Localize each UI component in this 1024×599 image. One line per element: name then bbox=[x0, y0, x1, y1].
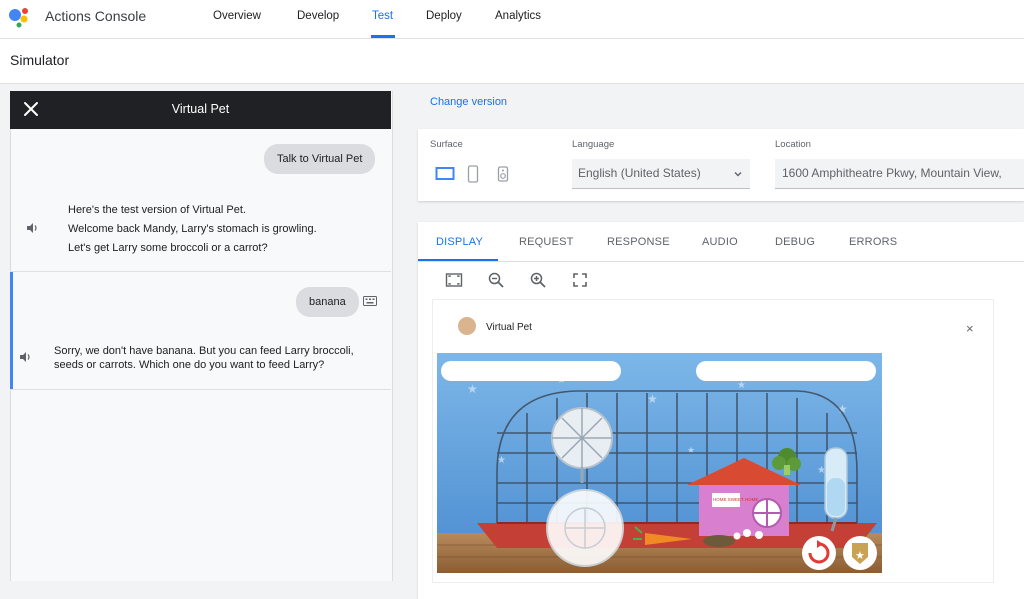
house-sign: HOME SWEET HOME bbox=[713, 497, 758, 502]
zoom-in-icon[interactable] bbox=[529, 271, 547, 289]
bot-message-line: Welcome back Mandy, Larry's stomach is g… bbox=[68, 223, 317, 235]
tab-display[interactable]: DISPLAY bbox=[436, 236, 483, 248]
svg-text:★: ★ bbox=[855, 550, 865, 562]
phone-surface-icon[interactable] bbox=[467, 165, 479, 183]
chevron-down-icon bbox=[734, 172, 742, 177]
display-app-name: Virtual Pet bbox=[486, 322, 532, 333]
bot-message: Here's the test version of Virtual Pet. … bbox=[68, 201, 317, 258]
nav-deploy[interactable]: Deploy bbox=[426, 10, 462, 22]
app-avatar bbox=[458, 317, 476, 335]
display-close-button[interactable]: × bbox=[966, 321, 974, 336]
bot-message-line: Sorry, we don't have banana. But you can… bbox=[54, 345, 354, 357]
svg-text:★: ★ bbox=[737, 380, 746, 391]
nav-active-indicator bbox=[371, 35, 395, 38]
tab-errors[interactable]: ERRORS bbox=[849, 236, 897, 248]
game-status-bar bbox=[696, 361, 876, 381]
display-surface-icon[interactable] bbox=[435, 165, 455, 183]
bot-message-line: seeds or carrots. Which one do you want … bbox=[54, 359, 325, 371]
selected-turn-indicator bbox=[10, 272, 13, 389]
language-label: Language bbox=[572, 139, 615, 150]
tab-debug[interactable]: DEBUG bbox=[775, 236, 815, 248]
virtual-pet-game-canvas[interactable]: ★★ ★★ ★★ ★★ HOME SWEET HOME ★ bbox=[437, 353, 882, 573]
game-status-bar bbox=[441, 361, 621, 381]
nav-overview[interactable]: Overview bbox=[213, 10, 261, 22]
location-label: Location bbox=[775, 139, 811, 150]
tab-audio[interactable]: AUDIO bbox=[702, 236, 738, 248]
speaker-icon[interactable] bbox=[25, 221, 39, 235]
fullscreen-icon[interactable] bbox=[571, 271, 589, 289]
user-message: Talk to Virtual Pet bbox=[264, 144, 376, 174]
bot-message-line: Here's the test version of Virtual Pet. bbox=[68, 204, 246, 216]
google-assistant-logo bbox=[9, 8, 28, 28]
bot-message-line: Let's get Larry some broccoli or a carro… bbox=[68, 242, 268, 254]
speaker-icon[interactable] bbox=[18, 350, 32, 364]
nav-analytics[interactable]: Analytics bbox=[495, 10, 541, 22]
nav-test[interactable]: Test bbox=[372, 10, 393, 22]
tab-request[interactable]: REQUEST bbox=[519, 236, 574, 248]
zoom-out-icon[interactable] bbox=[487, 271, 505, 289]
tab-divider bbox=[418, 261, 1024, 262]
svg-text:★: ★ bbox=[647, 392, 658, 406]
language-value: English (United States) bbox=[578, 166, 701, 180]
bot-message: Sorry, we don't have banana. But you can… bbox=[54, 344, 354, 372]
app-title: Actions Console bbox=[45, 8, 147, 24]
chat-title: Virtual Pet bbox=[171, 102, 230, 116]
tab-response[interactable]: RESPONSE bbox=[607, 236, 670, 248]
location-value: 1600 Amphitheatre Pkwy, Mountain View, bbox=[782, 166, 1002, 180]
change-version-link[interactable]: Change version bbox=[430, 96, 507, 108]
user-message: banana bbox=[296, 287, 359, 317]
svg-text:★: ★ bbox=[467, 382, 478, 396]
fit-to-screen-icon[interactable] bbox=[445, 271, 463, 289]
message-divider bbox=[10, 389, 391, 390]
surface-label: Surface bbox=[430, 139, 463, 150]
speaker-surface-icon[interactable] bbox=[497, 165, 509, 183]
keyboard-icon bbox=[363, 296, 377, 306]
nav-develop[interactable]: Develop bbox=[297, 10, 339, 22]
page-title: Simulator bbox=[10, 52, 70, 68]
tab-active-indicator bbox=[418, 259, 498, 261]
